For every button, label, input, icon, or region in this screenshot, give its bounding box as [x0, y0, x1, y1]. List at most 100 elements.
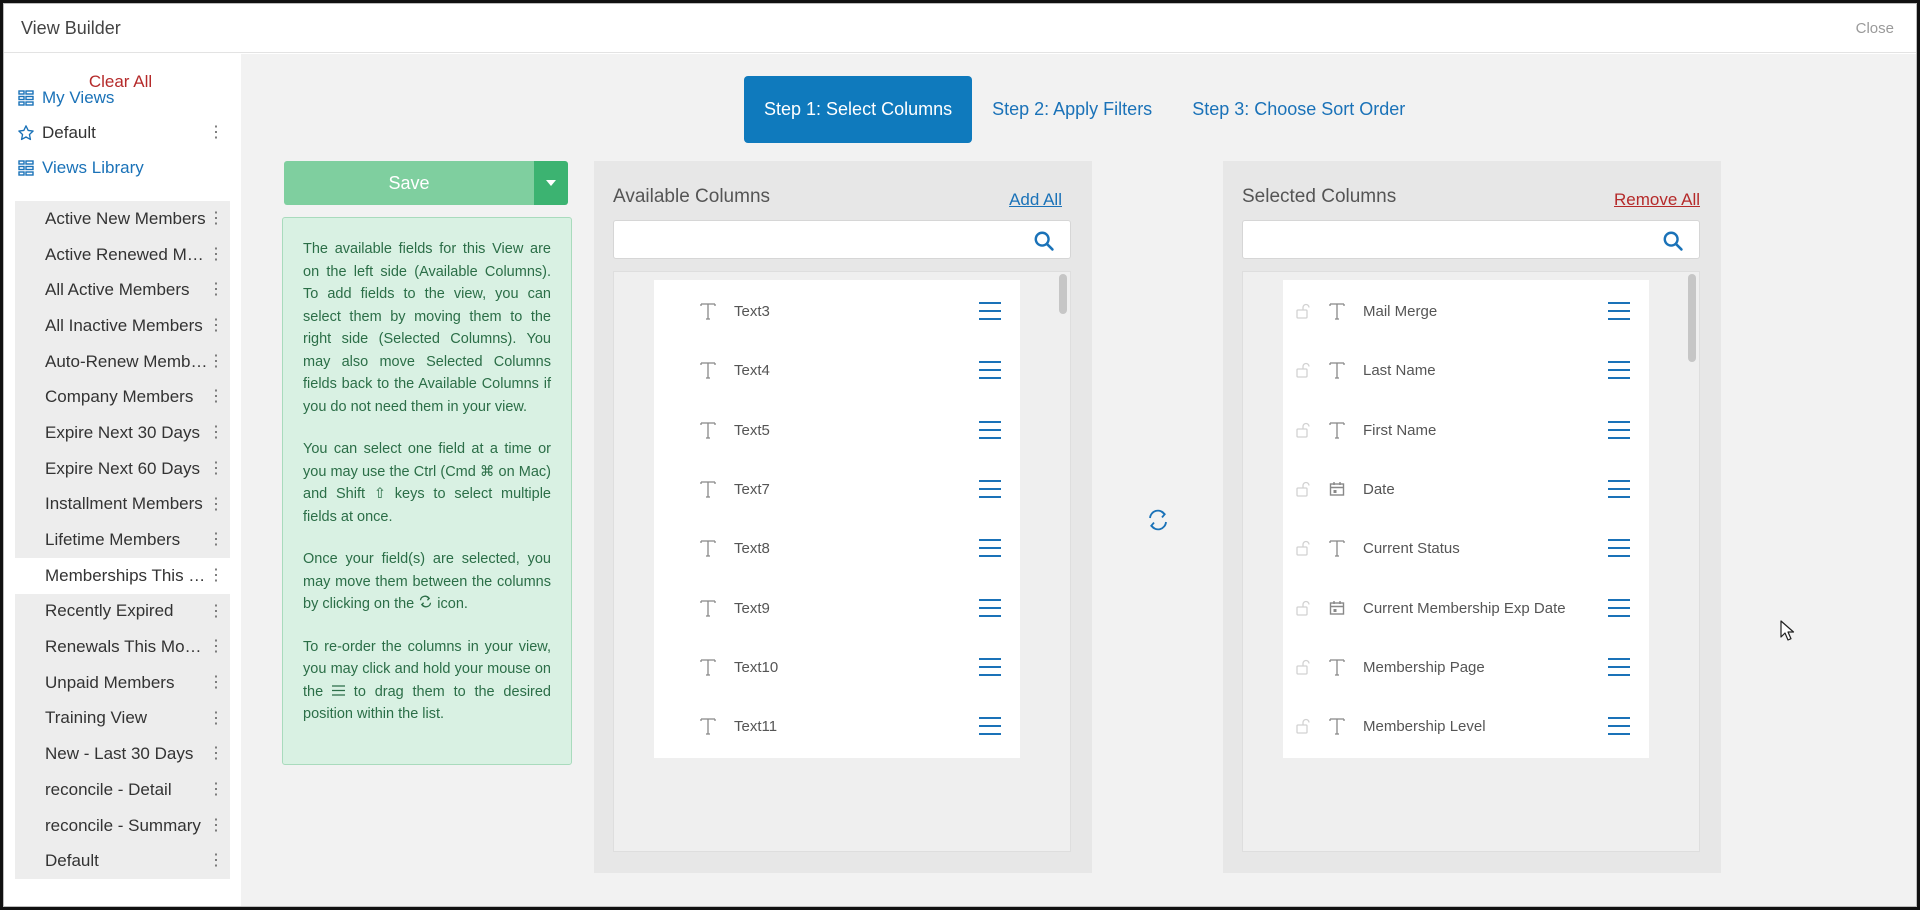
sidebar-view-item[interactable]: Recently Expired ⋮ — [15, 594, 230, 630]
drag-handle-icon[interactable] — [1607, 656, 1631, 678]
column-list-item[interactable]: Text7 — [654, 457, 1020, 521]
view-menu-icon[interactable]: ⋮ — [208, 487, 224, 523]
drag-handle-icon[interactable] — [978, 478, 1002, 500]
column-list-item[interactable]: Current Membership Exp Date — [1283, 576, 1649, 640]
view-menu-icon[interactable]: ⋮ — [208, 772, 224, 808]
unlock-icon[interactable] — [1295, 600, 1311, 616]
view-menu-icon[interactable]: ⋮ — [208, 379, 224, 415]
column-list-item[interactable]: Text11 — [654, 695, 1020, 759]
drag-handle-icon[interactable] — [1607, 537, 1631, 559]
swap-columns-icon[interactable] — [1146, 508, 1170, 532]
drag-handle-icon[interactable] — [1607, 597, 1631, 619]
drag-handle-icon[interactable] — [1607, 715, 1631, 737]
column-list-item[interactable]: Text3 — [654, 280, 1020, 343]
sidebar-view-item[interactable]: Memberships This Month⋮ — [15, 557, 230, 594]
drag-handle-icon[interactable] — [978, 715, 1002, 737]
drag-handle-icon[interactable] — [978, 300, 1002, 322]
tab-choose-sort-order[interactable]: Step 3: Choose Sort Order — [1172, 76, 1425, 143]
views-library-link[interactable]: Views Library — [16, 153, 144, 183]
view-menu-icon[interactable]: ⋮ — [208, 701, 224, 737]
drag-handle-icon[interactable] — [1607, 478, 1631, 500]
my-views-link[interactable]: My Views — [16, 83, 114, 113]
unlock-icon[interactable] — [1295, 659, 1311, 675]
view-menu-icon[interactable]: ⋮ — [208, 272, 224, 308]
view-menu-icon[interactable]: ⋮ — [208, 308, 224, 344]
sidebar-view-item[interactable]: Active New Members ⋮ — [15, 201, 230, 237]
sidebar-view-item[interactable]: New - Last 30 Days ⋮ — [15, 736, 230, 772]
sidebar-view-item[interactable]: Unpaid Members ⋮ — [15, 665, 230, 701]
save-button[interactable]: Save — [284, 161, 534, 205]
sidebar-view-label: Lifetime Members — [45, 530, 181, 550]
column-list-item[interactable]: Mail Merge — [1283, 280, 1649, 343]
sidebar-view-item[interactable]: Default ⋮ — [15, 843, 230, 879]
column-list-item[interactable]: Text8 — [654, 517, 1020, 581]
scrollbar-track[interactable] — [1685, 272, 1699, 851]
view-menu-icon[interactable]: ⋮ — [208, 629, 224, 665]
column-list-item[interactable]: Current Status — [1283, 517, 1649, 581]
view-menu-icon[interactable]: ⋮ — [208, 594, 224, 630]
drag-handle-icon[interactable] — [978, 359, 1002, 381]
tab-apply-filters[interactable]: Step 2: Apply Filters — [972, 76, 1172, 143]
sidebar-view-item[interactable]: reconcile - Detail ⋮ — [15, 772, 230, 808]
search-icon[interactable] — [1662, 230, 1684, 252]
drag-handle-icon[interactable] — [978, 597, 1002, 619]
view-menu-icon[interactable]: ⋮ — [208, 451, 224, 487]
unlock-icon[interactable] — [1295, 362, 1311, 378]
scrollbar-thumb[interactable] — [1688, 274, 1696, 362]
sidebar-view-item[interactable]: reconcile - Summary ⋮ — [15, 808, 230, 844]
scrollbar-track[interactable] — [1056, 272, 1070, 851]
column-list-item[interactable]: Text5 — [654, 398, 1020, 462]
view-menu-icon[interactable]: ⋮ — [208, 237, 224, 273]
scrollbar-thumb[interactable] — [1059, 274, 1067, 314]
unlock-icon[interactable] — [1295, 718, 1311, 734]
view-menu-icon[interactable]: ⋮ — [208, 201, 224, 237]
drag-handle-icon[interactable] — [1607, 419, 1631, 441]
drag-handle-icon[interactable] — [978, 419, 1002, 441]
view-menu-icon[interactable]: ⋮ — [208, 344, 224, 380]
view-menu-icon[interactable]: ⋮ — [208, 843, 224, 879]
search-icon[interactable] — [1033, 230, 1055, 252]
drag-handle-icon[interactable] — [1607, 300, 1631, 322]
unlock-icon[interactable] — [1295, 481, 1311, 497]
available-search-input[interactable] — [614, 221, 1024, 258]
remove-all-link[interactable]: Remove All — [1614, 190, 1700, 210]
add-all-link[interactable]: Add All — [1009, 190, 1062, 210]
drag-handle-icon[interactable] — [978, 537, 1002, 559]
tab-select-columns[interactable]: Step 1: Select Columns — [744, 76, 973, 143]
sidebar-view-item[interactable]: Training View ⋮ — [15, 701, 230, 737]
sidebar-view-item[interactable]: Renewals This Month ⋮ — [15, 629, 230, 665]
sidebar-view-item[interactable]: Expire Next 30 Days ⋮ — [15, 415, 230, 451]
default-view-item[interactable]: Default — [16, 118, 231, 148]
sidebar-view-item[interactable]: Active Renewed Members⋮ — [15, 237, 230, 273]
unlock-icon[interactable] — [1295, 422, 1311, 438]
sidebar-view-item[interactable]: All Inactive Members ⋮ — [15, 308, 230, 344]
sidebar-view-item[interactable]: Installment Members ⋮ — [15, 487, 230, 523]
column-list-item[interactable]: First Name — [1283, 398, 1649, 462]
view-menu-icon[interactable]: ⋮ — [208, 415, 224, 451]
sidebar-view-item[interactable]: Auto-Renew Members ⋮ — [15, 344, 230, 380]
view-menu-icon[interactable]: ⋮ — [208, 808, 224, 844]
column-list-item[interactable]: Membership Page — [1283, 635, 1649, 699]
save-dropdown-button[interactable] — [534, 161, 568, 205]
drag-handle-icon[interactable] — [1607, 359, 1631, 381]
default-view-menu-icon[interactable]: ⋮ — [208, 118, 224, 148]
view-menu-icon[interactable]: ⋮ — [208, 558, 224, 594]
column-list-item[interactable]: Text4 — [654, 339, 1020, 403]
sidebar-view-item[interactable]: Expire Next 60 Days ⋮ — [15, 451, 230, 487]
sidebar-view-item[interactable]: Lifetime Members ⋮ — [15, 522, 230, 558]
close-button[interactable]: Close — [1856, 20, 1894, 37]
view-menu-icon[interactable]: ⋮ — [208, 736, 224, 772]
view-menu-icon[interactable]: ⋮ — [208, 522, 224, 558]
view-menu-icon[interactable]: ⋮ — [208, 665, 224, 701]
selected-search-input[interactable] — [1243, 221, 1653, 258]
drag-handle-icon[interactable] — [978, 656, 1002, 678]
unlock-icon[interactable] — [1295, 540, 1311, 556]
column-list-item[interactable]: Date — [1283, 457, 1649, 521]
unlock-icon[interactable] — [1295, 303, 1311, 319]
sidebar-view-item[interactable]: Company Members ⋮ — [15, 379, 230, 415]
column-list-item[interactable]: Membership Level — [1283, 695, 1649, 759]
column-list-item[interactable]: Last Name — [1283, 339, 1649, 403]
column-list-item[interactable]: Text10 — [654, 635, 1020, 699]
column-list-item[interactable]: Text9 — [654, 576, 1020, 640]
sidebar-view-item[interactable]: All Active Members ⋮ — [15, 272, 230, 308]
